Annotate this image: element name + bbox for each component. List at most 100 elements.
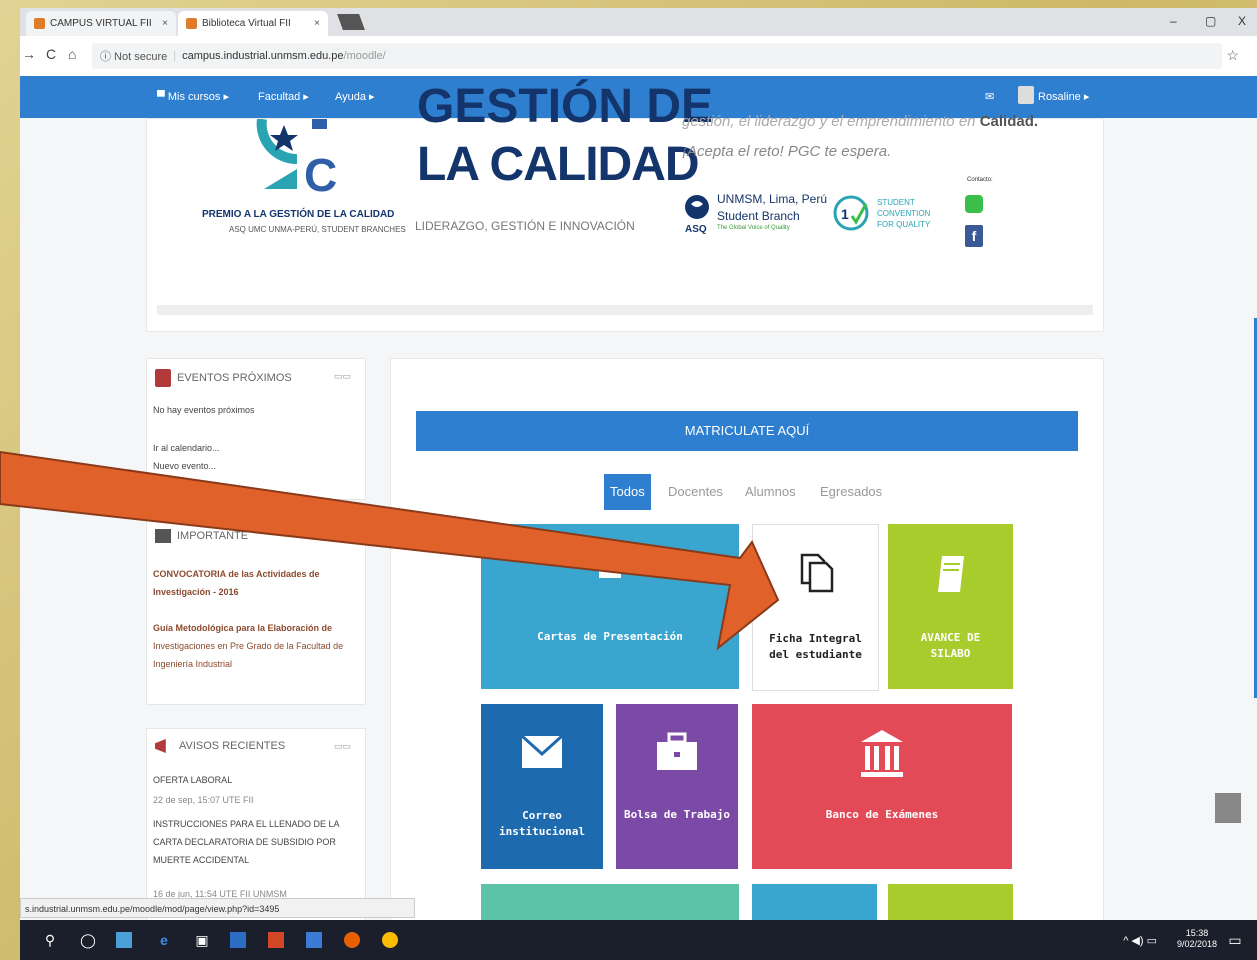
convocatoria-link[interactable]: CONVOCATORIA de las Actividades de Inves… — [153, 565, 363, 601]
bank-icon — [859, 728, 905, 783]
clock[interactable]: 15:38 9/02/2018 — [1177, 928, 1217, 950]
info-title: IMPORTANTE — [177, 530, 249, 542]
page-content: C GESTIÓN DE LA CALIDAD PREMIO A LA GEST… — [20, 80, 1257, 930]
tile-bolsa-trabajo[interactable]: Bolsa de Trabajo — [616, 704, 738, 869]
tab-close-icon[interactable]: × — [314, 18, 320, 29]
banner-title-top: GESTIÓN DE — [417, 80, 714, 133]
filter-todos[interactable]: Todos — [604, 474, 651, 510]
svg-text:C: C — [304, 149, 337, 201]
avisos-header: AVISOS RECIENTES — [155, 739, 285, 753]
filter-docentes[interactable]: Docentes — [662, 474, 729, 510]
task-view-icon[interactable]: ◯ — [78, 930, 98, 950]
notifications-icon[interactable]: ▭ — [1225, 930, 1245, 950]
tab-label: Biblioteca Virtual FII — [202, 18, 291, 29]
nav-mis-cursos[interactable]: ▀ Mis cursos ▸ — [157, 90, 229, 103]
no-events-text: No hay eventos próximos — [153, 405, 255, 415]
outlook-icon[interactable] — [306, 932, 322, 948]
new-tab-button[interactable] — [337, 14, 365, 30]
file-explorer-icon[interactable] — [116, 932, 132, 948]
unmsm-label: UNMSM, Lima, Perú Student Branch — [717, 192, 828, 223]
aviso-title[interactable]: INSTRUCCIONES PARA EL LLENADO DE LA CART… — [153, 815, 343, 869]
news-icon — [155, 529, 171, 543]
guia-link[interactable]: Guía Metodológica para la Elaboración de… — [153, 619, 363, 673]
document-icon — [593, 546, 627, 583]
store-icon[interactable]: ▣ — [192, 930, 212, 950]
scroll-thumb[interactable] — [1215, 793, 1241, 823]
blogger-icon — [186, 18, 197, 29]
convention-logo: 1 — [833, 195, 869, 231]
block-controls-icon[interactable]: ▭▭ — [334, 741, 351, 752]
status-url: s.industrial.unmsm.edu.pe/moodle/mod/pag… — [20, 898, 415, 918]
eventos-header: EVENTOS PRÓXIMOS — [155, 369, 292, 387]
banner-acepta: ¡Acepta el reto! PGC te espera. — [682, 143, 892, 160]
tile-ficha-integral[interactable]: Ficha Integral del estudiante — [752, 524, 879, 691]
svg-text:1: 1 — [841, 206, 849, 222]
nuevo-evento-link[interactable]: Nuevo evento... — [153, 461, 216, 471]
briefcase-icon — [655, 730, 699, 777]
search-icon[interactable]: ⚲ — [40, 930, 60, 950]
banner-divider — [157, 305, 1093, 315]
moodle-icon — [34, 18, 45, 29]
tile-banco-examenes[interactable]: Banco de Exámenes — [752, 704, 1012, 869]
messages-icon[interactable]: ✉ — [985, 90, 994, 103]
ir-calendario-link[interactable]: Ir al calendario... — [153, 443, 220, 453]
tab-biblioteca-virtual[interactable]: Biblioteca Virtual FII × — [178, 11, 328, 36]
system-tray[interactable]: ^ ◀) ▭ — [1123, 934, 1157, 947]
url-input[interactable]: ⓘ Not secure | campus.industrial.unmsm.e… — [92, 43, 1222, 69]
filter-egresados[interactable]: Egresados — [814, 474, 888, 510]
tab-close-icon[interactable]: × — [162, 18, 168, 29]
matriculate-button[interactable]: MATRICULATE AQUÍ — [416, 411, 1078, 451]
edge-icon[interactable]: e — [154, 930, 174, 950]
nav-ayuda[interactable]: Ayuda ▸ — [335, 90, 375, 103]
svg-text:ASQ: ASQ — [685, 224, 707, 234]
close-window-button[interactable]: X — [1238, 14, 1246, 28]
eventos-title: EVENTOS PRÓXIMOS — [177, 372, 292, 384]
word-icon[interactable] — [230, 932, 246, 948]
block-controls-icon[interactable]: ▭▭ — [334, 371, 351, 382]
avisos-title: AVISOS RECIENTES — [179, 740, 286, 752]
convention-label: STUDENT CONVENTION FOR QUALITY — [877, 198, 931, 229]
pgc-logo: C — [256, 119, 337, 201]
global-voice-label: The Global Voice of Quality — [717, 225, 790, 231]
tab-label: CAMPUS VIRTUAL FII — [50, 18, 152, 29]
tile-correo-institucional[interactable]: Correo institucional — [481, 704, 603, 869]
copy-icon — [796, 551, 836, 598]
tile-cartas-presentacion[interactable]: Cartas de Presentación — [481, 524, 739, 689]
filter-alumnos[interactable]: Alumnos — [739, 474, 802, 510]
calendar-icon — [155, 369, 171, 387]
nav-facultad[interactable]: Facultad ▸ — [258, 90, 309, 103]
asq-branches-label: ASQ UMC UNMA-PERÚ, STUDENT BRANCHES — [229, 225, 406, 234]
facebook-icon: f — [965, 225, 983, 247]
chrome-icon[interactable] — [382, 932, 398, 948]
forward-icon[interactable]: → — [22, 46, 36, 62]
avatar[interactable] — [1018, 86, 1034, 104]
tile-avance-silabo[interactable]: AVANCE DE SILABO — [888, 524, 1013, 689]
firefox-icon[interactable] — [344, 932, 360, 948]
liderazgo-label: LIDERAZGO, GESTIÓN E INNOVACIÓN — [415, 219, 635, 233]
info-header: IMPORTANTE — [155, 529, 248, 543]
banner-text: gestión, el liderazgo y el emprendimient… — [682, 113, 1039, 130]
bookmark-star-icon[interactable]: ☆ — [1226, 47, 1239, 64]
tab-campus-virtual[interactable]: CAMPUS VIRTUAL FII × — [26, 11, 176, 36]
pgc-banner[interactable]: C GESTIÓN DE LA CALIDAD PREMIO A LA GEST… — [146, 80, 1104, 332]
contacto-label: Contacto: — [967, 177, 993, 183]
main-region: MATRICULATE AQUÍ Todos Docentes Alumnos … — [390, 358, 1104, 930]
minimize-button[interactable]: – — [1170, 14, 1177, 28]
maximize-button[interactable]: ▢ — [1205, 14, 1216, 28]
url-host: campus.industrial.unmsm.edu.pe — [182, 50, 344, 62]
powerpoint-icon[interactable] — [268, 932, 284, 948]
premio-label: PREMIO A LA GESTIÓN DE LA CALIDAD — [202, 209, 395, 220]
user-menu[interactable]: Rosaline ▸ — [1038, 90, 1089, 103]
banner-title: LA CALIDAD — [417, 138, 700, 191]
info-block: IMPORTANTE CONVOCATORIA de las Actividad… — [146, 518, 366, 705]
whatsapp-icon — [965, 195, 983, 213]
security-indicator[interactable]: ⓘ Not secure — [100, 48, 167, 64]
eventos-block: EVENTOS PRÓXIMOS ▭▭ No hay eventos próxi… — [146, 358, 366, 500]
home-icon[interactable]: ⌂ — [68, 46, 76, 62]
reload-icon[interactable]: C — [46, 46, 56, 62]
aviso-title[interactable]: OFERTA LABORAL — [153, 775, 232, 785]
aviso-date: 22 de sep, 15:07 UTE FII — [153, 795, 254, 805]
envelope-icon — [520, 734, 564, 773]
asq-logo: ASQ — [685, 195, 709, 234]
book-icon — [934, 554, 968, 597]
